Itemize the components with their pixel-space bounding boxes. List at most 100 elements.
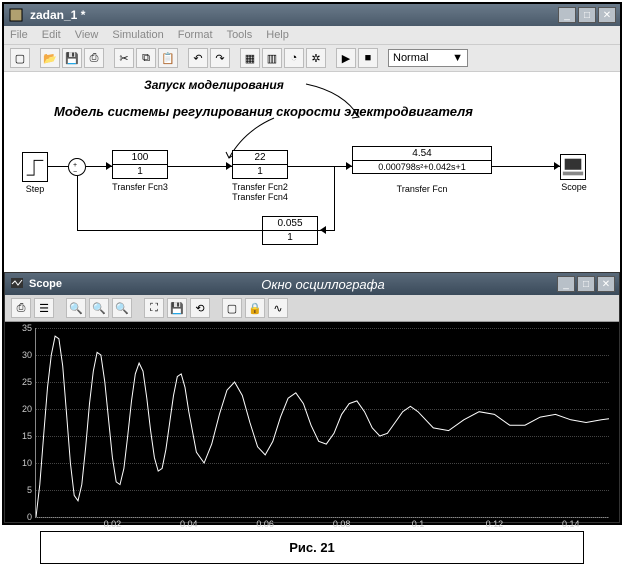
scope-maximize-button[interactable]: □ bbox=[577, 276, 595, 292]
zoom-y-button[interactable]: 🔍 bbox=[112, 298, 132, 318]
wire bbox=[77, 230, 262, 231]
scope-params-button[interactable]: ☰ bbox=[34, 298, 54, 318]
step-icon bbox=[23, 153, 47, 181]
signal-button[interactable]: ∿ bbox=[268, 298, 288, 318]
tf-den: 0.000798s²+0.042s+1 bbox=[353, 161, 491, 173]
tf3-block[interactable]: 100 1 bbox=[112, 150, 168, 179]
menu-view[interactable]: View bbox=[75, 29, 99, 41]
wire bbox=[492, 166, 560, 167]
tf2-block[interactable]: 22 1 bbox=[232, 150, 288, 179]
wire bbox=[48, 166, 68, 167]
menu-tools[interactable]: Tools bbox=[227, 29, 253, 41]
tf3-num: 100 bbox=[113, 151, 167, 165]
menu-edit[interactable]: Edit bbox=[42, 29, 61, 41]
scope-toolbar: ⎙ ☰ 🔍 🔍 🔍 ⛶ 💾 ⟲ ▢ 🔒 ∿ bbox=[5, 295, 619, 322]
cut-button[interactable]: ✂ bbox=[114, 48, 134, 68]
menu-simulation[interactable]: Simulation bbox=[112, 29, 163, 41]
lock-button[interactable]: 🔒 bbox=[245, 298, 265, 318]
arrowhead-icon bbox=[346, 162, 354, 170]
open-button[interactable]: 📂 bbox=[40, 48, 60, 68]
x-tick: 0.02 bbox=[104, 517, 122, 529]
model-button[interactable]: ▥ bbox=[262, 48, 282, 68]
simulation-mode-select[interactable]: Normal▼ bbox=[388, 49, 468, 67]
stop-button[interactable]: ■ bbox=[358, 48, 378, 68]
debug-button[interactable]: ◔ bbox=[284, 48, 304, 68]
save-config-button[interactable]: 💾 bbox=[167, 298, 187, 318]
wire bbox=[288, 166, 352, 167]
x-tick: 0.12 bbox=[486, 517, 504, 529]
float-button[interactable]: ▢ bbox=[222, 298, 242, 318]
y-tick: 10 bbox=[22, 458, 36, 468]
menu-format[interactable]: Format bbox=[178, 29, 213, 41]
y-tick: 20 bbox=[22, 404, 36, 414]
scope-close-button[interactable]: ✕ bbox=[597, 276, 615, 292]
redo-button[interactable]: ↷ bbox=[210, 48, 230, 68]
sum-block[interactable]: +− bbox=[68, 158, 86, 176]
paste-button[interactable]: 📋 bbox=[158, 48, 178, 68]
window-buttons: _ □ ✕ bbox=[558, 7, 616, 23]
library-button[interactable]: ▦ bbox=[240, 48, 260, 68]
zoom-in-button[interactable]: 🔍 bbox=[66, 298, 86, 318]
tf3-den: 1 bbox=[113, 165, 167, 178]
tf4-label: Transfer Fcn4 bbox=[224, 192, 296, 202]
window-title: zadan_1 * bbox=[30, 8, 558, 22]
wire bbox=[168, 166, 232, 167]
scope-label: Scope bbox=[554, 182, 594, 192]
x-tick: 0.06 bbox=[256, 517, 274, 529]
main-titlebar[interactable]: zadan_1 * _ □ ✕ bbox=[4, 4, 620, 26]
step-label: Step bbox=[22, 184, 48, 194]
zoom-x-button[interactable]: 🔍 bbox=[89, 298, 109, 318]
save-button[interactable]: 💾 bbox=[62, 48, 82, 68]
simulink-window: zadan_1 * _ □ ✕ File Edit View Simulatio… bbox=[2, 2, 622, 525]
x-tick: 0.14 bbox=[562, 517, 580, 529]
scope-title-left: Scope bbox=[29, 278, 89, 290]
tf4-den: 1 bbox=[263, 231, 317, 244]
scope-minimize-button[interactable]: _ bbox=[557, 276, 575, 292]
scope-block[interactable] bbox=[560, 154, 586, 180]
print-button[interactable]: ⎙ bbox=[84, 48, 104, 68]
menu-file[interactable]: File bbox=[10, 29, 28, 41]
y-tick: 30 bbox=[22, 350, 36, 360]
arrowhead-icon bbox=[318, 226, 326, 234]
sum-icon: +− bbox=[69, 159, 87, 177]
scope-icon bbox=[561, 155, 585, 179]
menu-help[interactable]: Help bbox=[266, 29, 289, 41]
tf-num: 4.54 bbox=[353, 147, 491, 161]
x-tick: 0.08 bbox=[333, 517, 351, 529]
tf-block[interactable]: 4.54 0.000798s²+0.042s+1 bbox=[352, 146, 492, 174]
tf4-num: 0.055 bbox=[263, 217, 317, 231]
run-button[interactable]: ▶ bbox=[336, 48, 356, 68]
main-toolbar: ▢ 📂 💾 ⎙ ✂ ⧉ 📋 ↶ ↷ ▦ ▥ ◔ ✲ ▶ ■ Normal▼ bbox=[4, 44, 620, 72]
maximize-button[interactable]: □ bbox=[578, 7, 596, 23]
model-canvas[interactable]: Запуск моделирования Модель системы регу… bbox=[4, 72, 620, 272]
x-tick: 0.04 bbox=[180, 517, 198, 529]
tf2-num: 22 bbox=[233, 151, 287, 165]
close-button[interactable]: ✕ bbox=[598, 7, 616, 23]
step-block[interactable] bbox=[22, 152, 48, 182]
plot-area: 051015202530350.020.040.060.080.10.120.1… bbox=[35, 328, 609, 518]
tf2-den: 1 bbox=[233, 165, 287, 178]
arrowhead-icon bbox=[226, 162, 234, 170]
svg-text:−: − bbox=[73, 169, 77, 176]
minimize-button[interactable]: _ bbox=[558, 7, 576, 23]
scope-print-button[interactable]: ⎙ bbox=[11, 298, 31, 318]
copy-button[interactable]: ⧉ bbox=[136, 48, 156, 68]
tf4-block[interactable]: 0.055 1 bbox=[262, 216, 318, 245]
scope-titlebar[interactable]: Scope Окно осциллографа _ □ ✕ bbox=[5, 273, 619, 295]
scope-app-icon bbox=[9, 276, 25, 292]
tf-label: Transfer Fcn bbox=[374, 184, 470, 194]
wire bbox=[77, 176, 78, 231]
undo-button[interactable]: ↶ bbox=[188, 48, 208, 68]
x-tick: 0.1 bbox=[412, 517, 425, 529]
new-button[interactable]: ▢ bbox=[10, 48, 30, 68]
app-icon bbox=[8, 7, 24, 23]
autoscale-button[interactable]: ⛶ bbox=[144, 298, 164, 318]
restore-button[interactable]: ⟲ bbox=[190, 298, 210, 318]
y-tick: 5 bbox=[27, 485, 36, 495]
menu-bar: File Edit View Simulation Format Tools H… bbox=[4, 26, 620, 44]
build-button[interactable]: ✲ bbox=[306, 48, 326, 68]
wire bbox=[334, 166, 335, 230]
y-tick: 35 bbox=[22, 323, 36, 333]
mode-label: Normal bbox=[393, 52, 428, 64]
scope-plot[interactable]: 051015202530350.020.040.060.080.10.120.1… bbox=[5, 322, 619, 522]
